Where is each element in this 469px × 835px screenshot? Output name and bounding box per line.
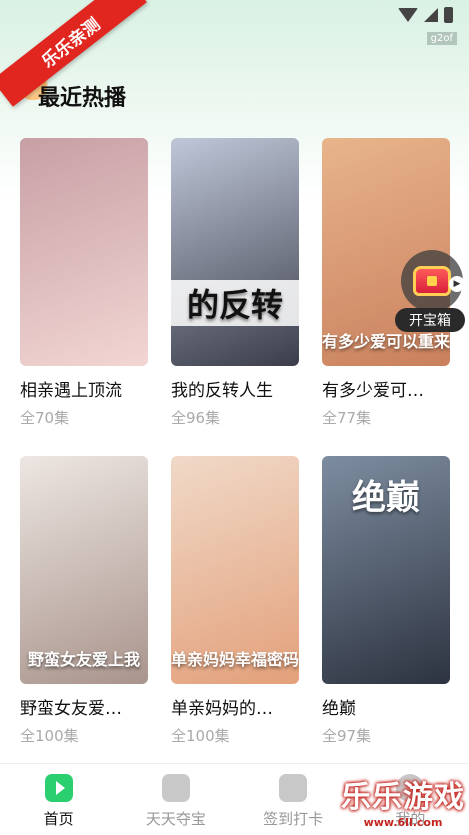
tab-label: 签到打卡 — [263, 810, 324, 828]
drama-episodes: 全96集 — [171, 409, 221, 427]
brand-watermark-main: 乐乐游戏 — [341, 780, 465, 815]
drama-poster[interactable]: 的反转 — [171, 138, 299, 366]
drama-grid: 相亲遇上顶流 全70集 的反转 我的反转人生 全96集 有多少爱可以重来 有多少爱可… 全77… — [20, 138, 450, 774]
drama-card[interactable]: 相亲遇上顶流全70集 — [20, 138, 148, 456]
tab-0[interactable]: 首页 — [0, 764, 117, 835]
section-title: 最近热播 — [38, 86, 127, 111]
drama-poster[interactable]: 单亲妈妈幸福密码 — [171, 456, 299, 684]
status-icons — [398, 7, 453, 23]
drama-poster[interactable]: 绝巅 — [322, 456, 450, 684]
drama-poster[interactable]: 野蛮女友爱上我 — [20, 456, 148, 684]
drama-episodes: 全100集 — [20, 727, 79, 745]
wifi-icon — [398, 8, 418, 22]
treasure-chest-icon — [413, 266, 451, 296]
battery-icon — [444, 7, 453, 23]
brand-watermark-sub: www.6ll.com — [363, 816, 443, 829]
drama-episodes: 全97集 — [322, 727, 372, 745]
drama-title[interactable]: 相亲遇上顶流 — [20, 376, 148, 401]
treasure-label: 开宝箱 — [395, 308, 465, 332]
drama-card[interactable]: 单亲妈妈幸福密码单亲妈妈的… 全100集 — [171, 456, 299, 774]
drama-episodes: 全70集 — [20, 409, 70, 427]
drama-title[interactable]: 绝巅 — [322, 694, 450, 719]
drama-title[interactable]: 有多少爱可… — [322, 376, 450, 401]
play-mini-icon: ▶ — [449, 276, 465, 292]
gift-icon — [161, 774, 190, 802]
signal-icon — [424, 8, 438, 22]
watermark-tag: g2of — [426, 32, 457, 45]
poster-title-art: 野蛮女友爱上我 — [27, 650, 140, 669]
drama-card[interactable]: 的反转我的反转人生全96集 — [171, 138, 299, 456]
drama-poster[interactable] — [20, 138, 148, 366]
treasure-circle: ▶ — [401, 250, 465, 312]
drama-episodes: 全77集 — [322, 409, 372, 427]
drama-title[interactable]: 单亲妈妈的… — [171, 694, 299, 719]
drama-card[interactable]: 绝巅 绝巅 全97集 — [322, 456, 450, 774]
calendar-check-icon — [279, 774, 308, 802]
play-icon — [44, 774, 73, 802]
poster-title-art: 绝巅 — [352, 478, 420, 518]
drama-title[interactable]: 我的反转人生 — [171, 376, 299, 401]
brand-watermark: 乐乐游戏 www.6ll.com — [341, 772, 465, 829]
poster-title-art: 的反转 — [171, 280, 299, 326]
tab-2[interactable]: 签到打卡 — [235, 764, 352, 835]
treasure-box-button[interactable]: ▶ 开宝箱 — [395, 250, 469, 336]
drama-card[interactable]: 野蛮女友爱上我野蛮女友爱… 全100集 — [20, 456, 148, 774]
drama-title[interactable]: 野蛮女友爱… — [20, 694, 148, 719]
tab-label: 首页 — [43, 810, 74, 828]
tab-1[interactable]: 天天夺宝 — [117, 764, 234, 835]
poster-title-art: 单亲妈妈幸福密码 — [171, 650, 299, 669]
tab-label: 天天夺宝 — [145, 810, 206, 828]
drama-episodes: 全100集 — [171, 727, 230, 745]
